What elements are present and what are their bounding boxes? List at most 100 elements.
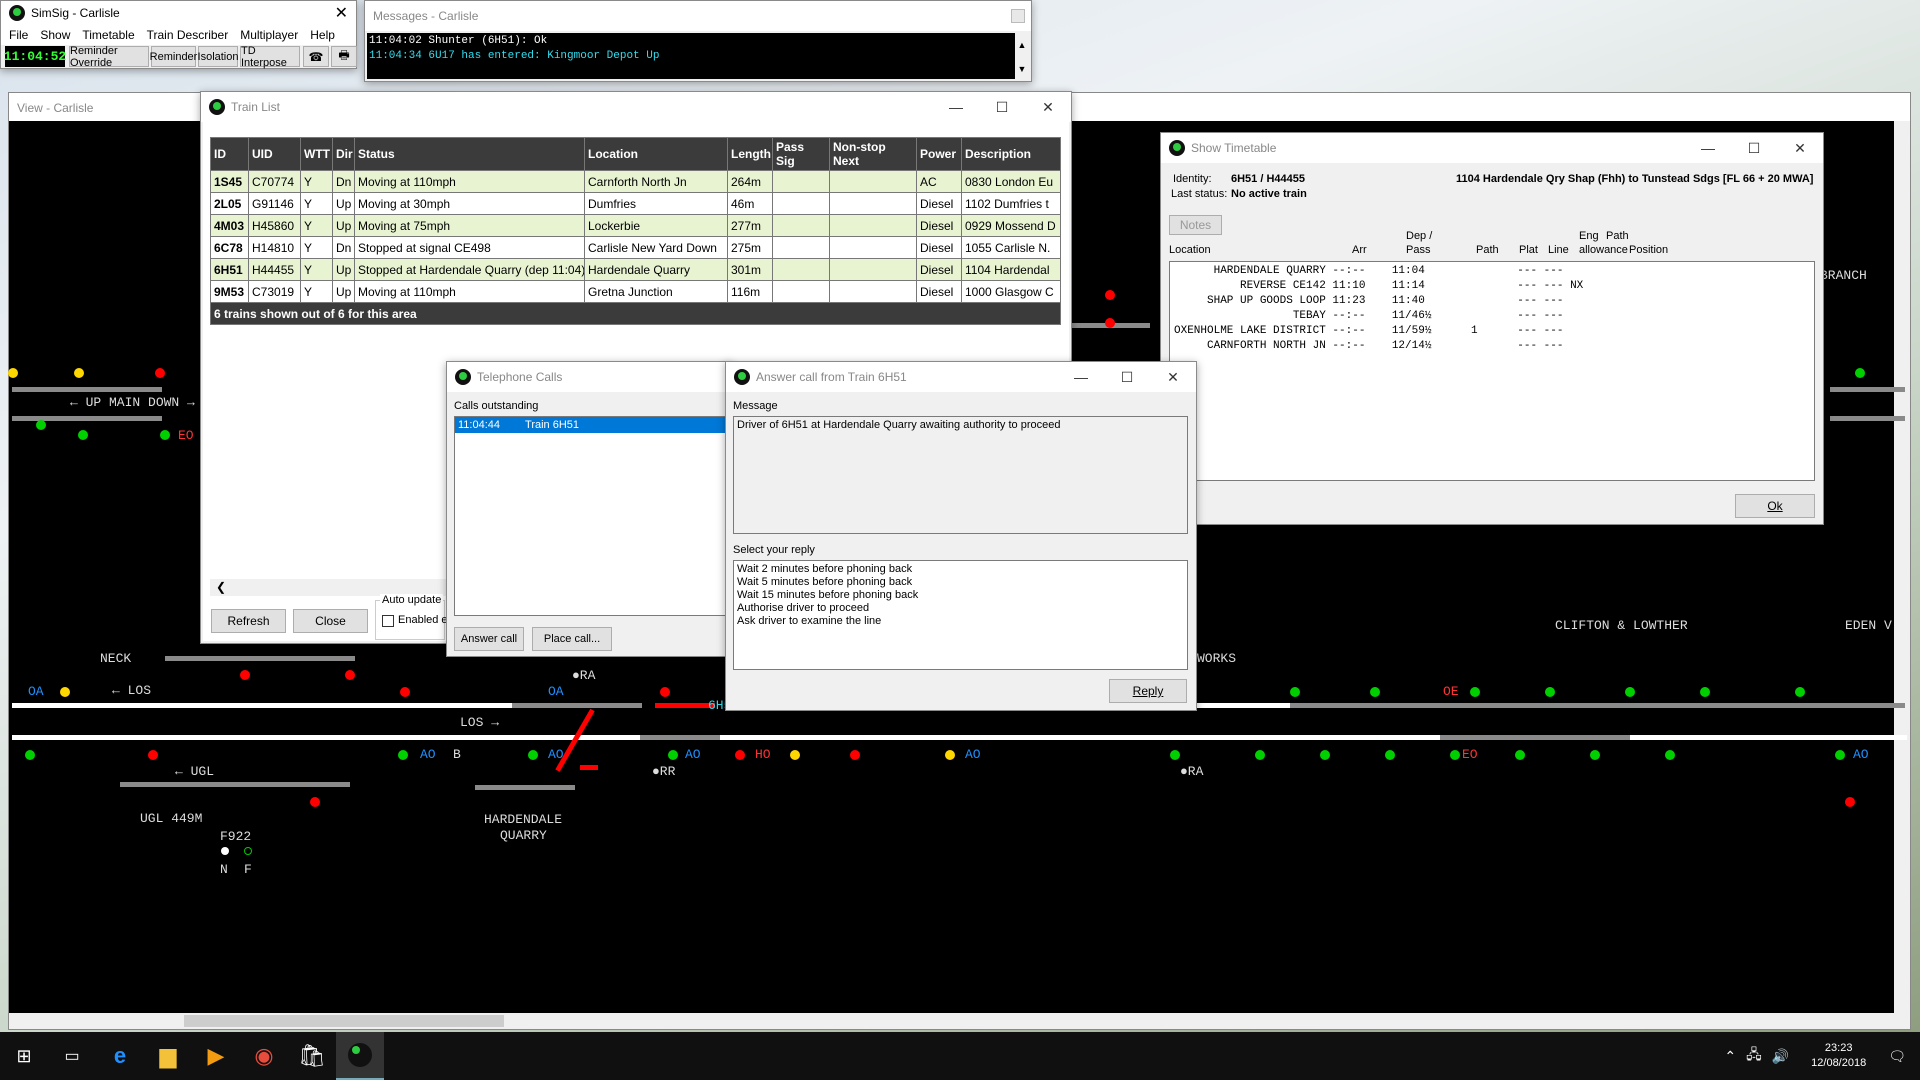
table-cell: Y — [300, 170, 333, 193]
answer-call-button[interactable]: Answer call — [454, 627, 524, 651]
table-row[interactable]: 9M53 C73019 Y Up Moving at 110mph Gretna Junc… — [210, 280, 1061, 303]
menu-train-describer[interactable]: Train Describer — [147, 28, 229, 42]
close-button[interactable]: Close — [293, 609, 368, 633]
messages-scrollbar[interactable]: ▲ ▼ — [1015, 33, 1029, 79]
simsig-taskbar-icon[interactable] — [336, 1032, 384, 1080]
timetable-row[interactable]: HARDENDALE QUARRY --:-- 11:04 --- --- — [1174, 264, 1810, 279]
chrome-icon[interactable]: ◉ — [240, 1032, 288, 1080]
close-icon[interactable]: ✕ — [1777, 133, 1823, 163]
timetable-list: HARDENDALE QUARRY --:-- 11:04 --- --- RE… — [1169, 261, 1815, 481]
reply-option[interactable]: Wait 5 minutes before phoning back — [737, 576, 1184, 589]
column-header[interactable]: Power — [916, 137, 962, 171]
menu-multiplayer[interactable]: Multiplayer — [240, 28, 298, 42]
place-call-button[interactable]: Place call... — [532, 627, 612, 651]
minimize-icon[interactable]: — — [1685, 133, 1731, 163]
table-row[interactable]: 2L05 G91146 Y Up Moving at 30mph Dumfries 46m D… — [210, 192, 1061, 215]
column-header[interactable]: Length — [727, 137, 773, 171]
status-value: No active train — [1231, 188, 1307, 200]
column-header[interactable]: Location — [584, 137, 728, 171]
task-view-icon[interactable]: ▭ — [48, 1032, 96, 1080]
menu-show[interactable]: Show — [40, 28, 70, 42]
column-header[interactable]: Status — [354, 137, 585, 171]
ok-button[interactable]: Ok — [1735, 494, 1815, 518]
refresh-button[interactable]: Refresh — [211, 609, 286, 633]
edge-browser-icon[interactable]: e — [96, 1032, 144, 1080]
header-pass: Pass — [1406, 244, 1431, 256]
td-interpose-button[interactable]: TD Interpose — [240, 45, 300, 69]
enabled-checkbox[interactable] — [382, 615, 394, 627]
notification-icon[interactable]: 🗨 — [1888, 1048, 1906, 1065]
table-row[interactable]: 6H51 H44455 Y Up Stopped at Hardendale Quarr… — [210, 258, 1061, 281]
label-oa: OA — [28, 684, 44, 699]
message-line: 11:04:02 Shunter (6H51): Ok — [369, 35, 548, 47]
signal-aspect — [8, 368, 18, 378]
scroll-thumb[interactable] — [184, 1015, 504, 1027]
reminder-button[interactable]: Reminder — [150, 46, 197, 67]
chevron-up-icon[interactable]: ⌃ — [1724, 1048, 1736, 1065]
menu-file[interactable]: File — [9, 28, 28, 42]
reply-button[interactable]: Reply — [1109, 679, 1187, 703]
close-icon[interactable]: ✕ — [1025, 92, 1071, 122]
indicator-n — [221, 847, 229, 855]
view-vertical-scrollbar[interactable] — [1894, 121, 1910, 1013]
column-header[interactable]: UID — [248, 137, 301, 171]
column-header[interactable]: Pass Sig — [772, 137, 830, 171]
menu-timetable[interactable]: Timetable — [82, 28, 134, 42]
timetable-row[interactable]: OXENHOLME LAKE DISTRICT --:-- 11/59½ 1 -… — [1174, 324, 1810, 339]
reply-option[interactable]: Ask driver to examine the line — [737, 615, 1184, 628]
timetable-row[interactable]: REVERSE CE142 11:10 11:14 --- --- NX — [1174, 279, 1810, 294]
network-icon[interactable]: 🖧 — [1746, 1044, 1762, 1068]
messages-close-icon[interactable] — [1011, 9, 1025, 23]
table-cell: 277m — [727, 214, 773, 237]
maximize-icon[interactable]: ☐ — [1731, 133, 1777, 163]
reply-option[interactable]: Authorise driver to proceed — [737, 602, 1184, 615]
column-header[interactable]: WTT — [300, 137, 333, 171]
printer-icon[interactable]: 🖶 — [331, 46, 357, 67]
table-cell: Dn — [332, 170, 355, 193]
maximize-icon[interactable]: ☐ — [979, 92, 1025, 122]
signal-aspect — [660, 687, 670, 697]
signal-aspect — [945, 750, 955, 760]
reply-option[interactable]: Wait 2 minutes before phoning back — [737, 563, 1184, 576]
notes-button[interactable]: Notes — [1169, 215, 1222, 235]
table-cell: 6H51 — [210, 258, 249, 281]
maximize-icon[interactable]: ☐ — [1104, 362, 1150, 392]
reminder-override-button[interactable]: Reminder Override — [69, 45, 149, 69]
store-icon[interactable]: 🛍 — [288, 1032, 336, 1080]
column-header[interactable]: Description — [961, 137, 1061, 171]
call-item[interactable]: 11:04:44 Train 6H51 — [455, 417, 731, 433]
minimize-icon[interactable]: — — [933, 92, 979, 122]
volume-icon[interactable]: 🔊 — [1772, 1048, 1789, 1065]
view-horizontal-scrollbar[interactable] — [9, 1013, 1910, 1029]
column-header[interactable]: ID — [210, 137, 249, 171]
table-row[interactable]: 6C78 H14810 Y Dn Stopped at signal CE498 Carl… — [210, 236, 1061, 259]
reply-option[interactable]: Wait 15 minutes before phoning back — [737, 589, 1184, 602]
answer-titlebar: Answer call from Train 6H51 — ☐ ✕ — [726, 362, 1196, 392]
table-row[interactable]: 1S45 C70774 Y Dn Moving at 110mph Carnforth N… — [210, 170, 1061, 193]
table-cell: G91146 — [248, 192, 301, 215]
timetable-row[interactable]: SHAP UP GOODS LOOP 11:23 11:40 --- --- — [1174, 294, 1810, 309]
close-icon[interactable]: ✕ — [1150, 362, 1196, 392]
menu-help[interactable]: Help — [310, 28, 335, 42]
telephone-icon[interactable]: ☎ — [303, 46, 329, 67]
column-header[interactable]: Dir — [332, 137, 355, 171]
clock-tray[interactable]: 23:23 12/08/2018 — [1811, 1041, 1866, 1071]
windows-start-icon[interactable]: ⊞ — [0, 1032, 48, 1080]
table-cell — [772, 258, 830, 281]
message-line: 11:04:34 6U17 has entered: Kingmoor Depo… — [369, 50, 660, 62]
messages-titlebar: Messages - Carlisle — [365, 1, 1031, 31]
timetable-row[interactable]: TEBAY --:-- 11/46½ --- --- — [1174, 309, 1810, 324]
media-player-icon[interactable]: ▶ — [192, 1032, 240, 1080]
column-header[interactable]: Non-stop Next — [829, 137, 917, 171]
view-title: View - Carlisle — [17, 101, 94, 115]
table-row[interactable]: 4M03 H45860 Y Up Moving at 75mph Lockerbie 277… — [210, 214, 1061, 237]
close-icon[interactable]: ✕ — [335, 3, 348, 23]
isolation-button[interactable]: Isolation — [198, 46, 239, 67]
file-explorer-icon[interactable]: ▆ — [144, 1032, 192, 1080]
timetable-row[interactable]: CARNFORTH NORTH JN --:-- 12/14½ --- --- — [1174, 339, 1810, 354]
signal-aspect — [668, 750, 678, 760]
table-cell — [829, 214, 917, 237]
minimize-icon[interactable]: — — [1058, 362, 1104, 392]
signal-aspect — [160, 430, 170, 440]
table-cell — [772, 280, 830, 303]
